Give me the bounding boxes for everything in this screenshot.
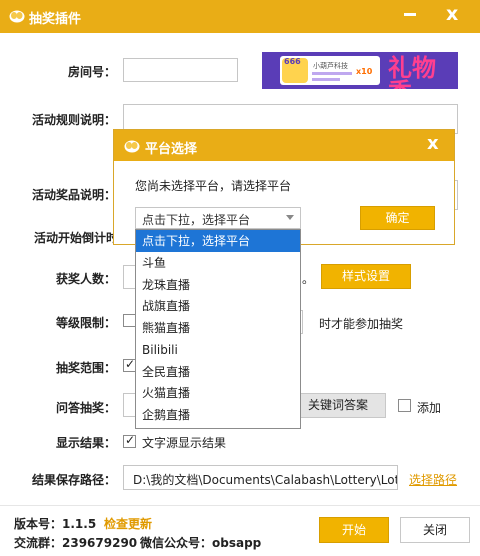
close-icon[interactable]: x xyxy=(427,135,439,153)
show-result-label: 显示结果： xyxy=(55,436,116,450)
style-hint-fragment: 。 xyxy=(302,272,315,286)
save-path-value: D:\我的文档\Documents\Calabash\Lottery\Lot xyxy=(133,473,398,487)
banner-gift-text: 礼物秀 xyxy=(388,54,436,89)
level-suffix: 时才能参加抽奖 xyxy=(319,317,404,331)
range-label: 抽奖范围： xyxy=(55,361,116,375)
show-result-checkbox-label: 文字源显示结果 xyxy=(142,436,227,450)
save-path-label: 结果保存路径： xyxy=(31,473,116,487)
dialog-title: 平台选择 xyxy=(145,142,198,157)
dropdown-option[interactable]: 点击下拉，选择平台 xyxy=(136,230,300,252)
level-label: 等级限制： xyxy=(55,316,116,330)
title-bar: 抽奖插件 x xyxy=(0,0,480,33)
rules-label: 活动规则说明： xyxy=(31,113,116,127)
prize-label: 活动奖品说明： xyxy=(31,188,116,202)
qq-group-label: 交流群：239679290 xyxy=(14,536,138,550)
confirm-button[interactable]: 确定 xyxy=(360,206,435,230)
add-label: 添加 xyxy=(417,401,442,415)
save-path-input[interactable]: D:\我的文档\Documents\Calabash\Lottery\Lot xyxy=(123,465,398,490)
platform-dropdown-list[interactable]: 点击下拉，选择平台 斗鱼 龙珠直播 战旗直播 熊猫直播 Bilibili 全民直播 火猫直播企… xyxy=(135,229,301,429)
style-settings-button[interactable]: 样式设置 xyxy=(321,264,411,289)
banner-multiplier: x10 xyxy=(356,67,373,76)
winners-label: 获奖人数： xyxy=(55,272,116,286)
start-button[interactable]: 开始 xyxy=(319,517,389,543)
dropdown-option[interactable]: 龙珠直播 xyxy=(136,274,300,296)
dropdown-option[interactable]: 企鹅直播 xyxy=(136,404,300,426)
choose-path-link[interactable]: 选择路径 xyxy=(409,471,457,488)
gift-show-banner[interactable]: 小葫芦科技 x10 666 礼物秀 xyxy=(262,52,458,89)
dropdown-option[interactable]: Bilibili xyxy=(136,339,300,361)
room-input[interactable] xyxy=(123,58,238,82)
minimize-icon[interactable] xyxy=(404,13,416,16)
dropdown-option[interactable]: 全民直播 xyxy=(136,361,300,383)
dropdown-option[interactable]: 熊猫直播 xyxy=(136,317,300,339)
quiz-label: 问答抽奖： xyxy=(55,401,116,415)
close-icon[interactable]: x xyxy=(446,5,458,24)
chevron-down-icon xyxy=(286,215,294,220)
close-button[interactable]: 关闭 xyxy=(400,517,470,543)
dropdown-option[interactable]: 火猫直播 xyxy=(136,382,300,404)
platform-select-value: 点击下拉，选择平台 xyxy=(142,213,251,227)
check-update-link[interactable]: 检查更新 xyxy=(104,515,152,532)
show-result-checkbox[interactable] xyxy=(123,433,136,448)
room-label: 房间号： xyxy=(67,65,116,79)
dialog-title-bar: 平台选择 x xyxy=(114,130,454,161)
dropdown-option[interactable]: 斗鱼 xyxy=(136,252,300,274)
banner-badge-text: 666 xyxy=(284,57,301,66)
countdown-label: 活动开始倒计时： xyxy=(33,231,130,245)
keyword-answer-button[interactable]: 关键词答案 xyxy=(290,393,386,418)
platform-select[interactable]: 点击下拉，选择平台 xyxy=(135,207,301,229)
dropdown-option[interactable]: 战旗直播 xyxy=(136,295,300,317)
app-logo-icon xyxy=(124,140,140,153)
dialog-message: 您尚未选择平台，请选择平台 xyxy=(135,179,292,193)
version-label: 版本号：1.1.5 xyxy=(14,517,97,531)
app-logo-icon xyxy=(9,10,25,23)
footer-divider xyxy=(0,505,480,506)
banner-card-text: 小葫芦科技 xyxy=(313,62,348,70)
wechat-label: 微信公众号：obsapp xyxy=(140,536,262,550)
window-title: 抽奖插件 xyxy=(29,12,82,27)
add-checkbox[interactable] xyxy=(398,399,411,412)
